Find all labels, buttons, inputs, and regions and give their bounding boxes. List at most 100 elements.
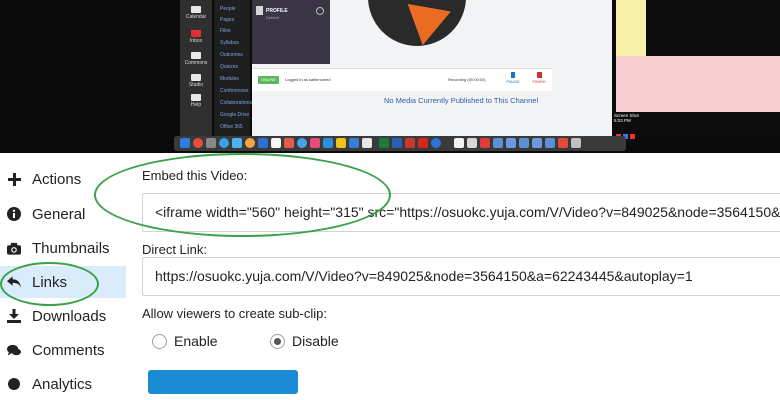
settings-icon[interactable] bbox=[316, 7, 324, 15]
document-icon[interactable] bbox=[454, 138, 464, 148]
recording-bar: ONLINE Logged in as kaitlencreed Recordi… bbox=[252, 68, 552, 91]
appstore-icon[interactable] bbox=[297, 138, 307, 148]
profile-title: PROFILE bbox=[266, 8, 288, 14]
lms-nav-calendar[interactable]: Calendar bbox=[180, 6, 212, 20]
recorder-stage: PROFILE Default ONLINE Logged in as kait… bbox=[252, 0, 612, 140]
window-icon[interactable] bbox=[493, 138, 503, 148]
course-link[interactable]: Quizzes bbox=[220, 64, 238, 70]
course-link[interactable]: Collaborations bbox=[220, 100, 252, 106]
media-thumbnail bbox=[368, 0, 466, 46]
launchpad-icon[interactable] bbox=[206, 138, 216, 148]
radio-label-disable: Disable bbox=[292, 333, 339, 349]
excel-icon[interactable] bbox=[379, 138, 389, 148]
subclip-label: Allow viewers to create sub-clip: bbox=[142, 306, 327, 321]
course-link[interactable]: People bbox=[220, 6, 236, 12]
app-icon[interactable] bbox=[349, 138, 359, 148]
radio-label-enable: Enable bbox=[174, 333, 218, 349]
embed-label: Embed this Video: bbox=[142, 168, 248, 183]
embed-code-field[interactable]: <iframe width="560" height="315" src="ht… bbox=[142, 193, 780, 232]
recording-timer: Recording (00:00:04) bbox=[448, 77, 486, 82]
powerpoint-icon[interactable] bbox=[405, 138, 415, 148]
subclip-disable-radio[interactable]: Disable bbox=[270, 333, 339, 349]
stop-icon bbox=[536, 72, 542, 78]
video-player[interactable]: Calendar Inbox Commons Studio Help Peopl… bbox=[0, 0, 780, 153]
pause-button[interactable]: PAUSE bbox=[505, 72, 521, 84]
subclip-enable-radio[interactable]: Enable bbox=[152, 333, 218, 349]
inbox-icon bbox=[191, 30, 201, 37]
camera-icon bbox=[7, 241, 21, 255]
stickies-icon[interactable] bbox=[336, 138, 346, 148]
course-link[interactable]: Pages bbox=[220, 17, 234, 23]
lms-nav-inbox[interactable]: Inbox bbox=[180, 30, 212, 44]
window-icon[interactable] bbox=[532, 138, 542, 148]
app-icon[interactable] bbox=[362, 138, 372, 148]
mail-icon[interactable] bbox=[232, 138, 242, 148]
direct-link-label: Direct Link: bbox=[142, 242, 208, 257]
tray-icon bbox=[630, 134, 635, 139]
profile-icon bbox=[256, 6, 263, 15]
course-link[interactable]: Office 365 bbox=[220, 124, 243, 130]
course-link[interactable]: Files bbox=[220, 28, 231, 34]
screenshot-label: Screen Shot 5:03 PM bbox=[614, 113, 639, 123]
info-icon bbox=[7, 207, 21, 221]
sidebar-item-analytics[interactable]: Analytics bbox=[0, 368, 126, 400]
firefox-icon[interactable] bbox=[245, 138, 255, 148]
photos-icon[interactable] bbox=[284, 138, 294, 148]
plus-icon bbox=[7, 172, 21, 186]
course-link[interactable]: Syllabus bbox=[220, 40, 239, 46]
sidebar-item-comments[interactable]: Comments bbox=[0, 334, 126, 366]
calendar-app-icon[interactable] bbox=[271, 138, 281, 148]
no-media-message: No Media Currently Published to This Cha… bbox=[384, 96, 539, 105]
lms-nav-studio[interactable]: Studio bbox=[180, 74, 212, 88]
trash-icon[interactable] bbox=[571, 138, 581, 148]
sidebar-item-label: General bbox=[32, 205, 86, 223]
window-icon[interactable] bbox=[545, 138, 555, 148]
sidebar-item-links[interactable]: Links bbox=[0, 266, 126, 298]
analytics-icon bbox=[7, 377, 21, 391]
radio-checked-icon[interactable] bbox=[270, 333, 285, 349]
app-icon[interactable] bbox=[392, 138, 402, 148]
direct-link-text: https://osuokc.yuja.com/V/Video?v=849025… bbox=[155, 268, 693, 284]
finish-button[interactable]: FINISH bbox=[530, 72, 548, 84]
embed-code-text: <iframe width="560" height="315" src="ht… bbox=[155, 204, 780, 220]
course-link[interactable]: Modules bbox=[220, 76, 239, 82]
profile-card: PROFILE Default bbox=[252, 0, 330, 64]
lms-global-nav: Calendar Inbox Commons Studio Help bbox=[180, 0, 212, 140]
sidebar-item-downloads[interactable]: Downloads bbox=[0, 300, 126, 332]
sidebar-item-actions[interactable]: Actions bbox=[0, 163, 126, 195]
window-icon[interactable] bbox=[506, 138, 516, 148]
save-button[interactable] bbox=[148, 370, 298, 394]
course-link[interactable]: Conferences bbox=[220, 88, 248, 94]
play-wedge-icon bbox=[407, 0, 459, 46]
lms-course-nav: People Pages Files Syllabus Outcomes Qui… bbox=[214, 0, 252, 140]
app-icon[interactable] bbox=[258, 138, 268, 148]
course-link[interactable]: Google Drive bbox=[220, 112, 249, 118]
word-icon[interactable] bbox=[323, 138, 333, 148]
sidebar-item-thumbnails[interactable]: Thumbnails bbox=[0, 232, 126, 264]
calendar-icon bbox=[191, 6, 201, 13]
download-icon bbox=[7, 309, 21, 323]
document-icon[interactable] bbox=[467, 138, 477, 148]
safari-icon[interactable] bbox=[219, 138, 229, 148]
sidebar-item-label: Analytics bbox=[32, 375, 93, 393]
lms-nav-help[interactable]: Help bbox=[180, 94, 212, 108]
profile-subtitle: Default bbox=[266, 15, 279, 20]
sidebar-item-label: Downloads bbox=[32, 307, 107, 325]
document-icon[interactable] bbox=[480, 138, 490, 148]
radio-unchecked-icon[interactable] bbox=[152, 333, 167, 349]
lms-nav-commons[interactable]: Commons bbox=[180, 52, 212, 66]
pause-icon bbox=[511, 72, 515, 78]
studio-icon bbox=[191, 74, 201, 81]
window-icon[interactable] bbox=[558, 138, 568, 148]
sidebar-item-general[interactable]: General bbox=[0, 198, 126, 230]
course-link[interactable]: Outcomes bbox=[220, 52, 243, 58]
chrome-icon[interactable] bbox=[193, 138, 203, 148]
itunes-icon[interactable] bbox=[310, 138, 320, 148]
finder-icon[interactable] bbox=[180, 138, 190, 148]
window-icon[interactable] bbox=[519, 138, 529, 148]
direct-link-field[interactable]: https://osuokc.yuja.com/V/Video?v=849025… bbox=[142, 257, 780, 296]
app-icon[interactable] bbox=[431, 138, 441, 148]
acrobat-icon[interactable] bbox=[418, 138, 428, 148]
sticky-note-pink bbox=[616, 56, 780, 112]
help-icon bbox=[191, 94, 201, 101]
